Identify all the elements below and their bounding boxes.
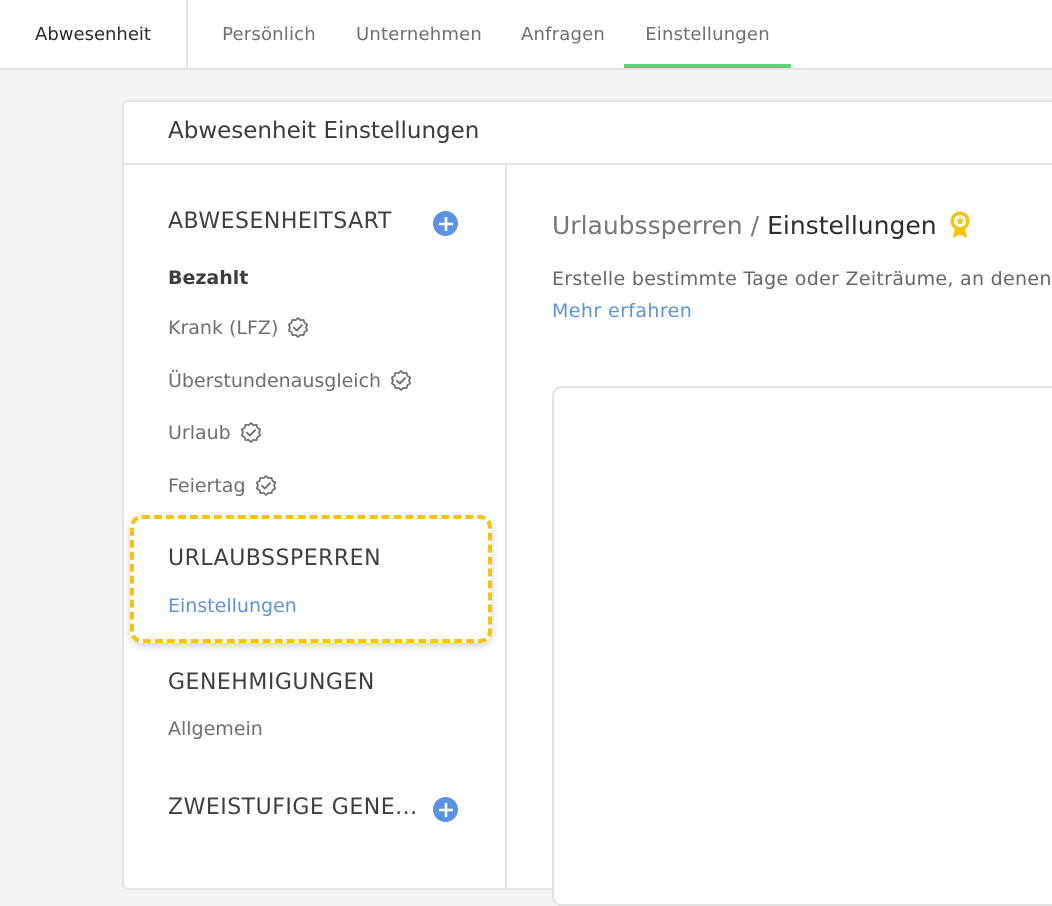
sidebar-item-urlaub[interactable]: Urlaub — [168, 421, 263, 445]
description-text: Erstelle bestimmte Tage oder Zeiträume, … — [552, 268, 1052, 290]
module-tab-abwesenheit[interactable]: Abwesenheit — [0, 0, 188, 68]
tab-persoenlich[interactable]: Persönlich — [204, 0, 334, 68]
add-absence-type-button[interactable] — [433, 211, 458, 236]
sidebar-item-label: Bezahlt — [168, 267, 249, 289]
tab-unternehmen[interactable]: Unternehmen — [340, 0, 498, 68]
breadcrumb-parent: Urlaubssperren — [552, 210, 743, 240]
settings-sidebar: ABWESENHEITSART Bezahlt Krank (LFZ) Über… — [124, 163, 507, 888]
tab-label: Unternehmen — [356, 23, 482, 45]
highlight-box — [130, 515, 492, 643]
section-heading-genehmigungen: GENEHMIGUNGEN — [168, 670, 375, 695]
top-navigation: Abwesenheit Persönlich Unternehmen Anfra… — [0, 0, 1052, 70]
verified-badge-icon — [288, 317, 309, 338]
section-heading-urlaubssperren: URLAUBSSPERREN — [168, 546, 382, 571]
panel-header: Abwesenheit Einstellungen — [124, 102, 1052, 165]
verified-badge-icon — [240, 422, 261, 443]
sidebar-item-label: Überstundenausgleich — [168, 370, 382, 392]
verified-badge-icon — [391, 370, 412, 391]
content-title: Urlaubssperren / Einstellungen — [552, 210, 973, 240]
breadcrumb-separator: / — [750, 210, 760, 240]
plus-circle-icon — [438, 216, 453, 231]
tab-einstellungen[interactable]: Einstellungen — [624, 0, 791, 68]
sidebar-item-urlaubssperren-einstellungen[interactable]: Einstellungen — [168, 595, 297, 617]
award-badge-icon — [950, 211, 970, 238]
section-heading-abwesenheitsart: ABWESENHEITSART — [168, 209, 392, 234]
sidebar-item-label: Urlaub — [168, 422, 231, 444]
blackout-card — [552, 386, 1052, 906]
tab-label: Einstellungen — [645, 23, 770, 45]
sidebar-item-label: Allgemein — [168, 718, 263, 740]
tab-anfragen[interactable]: Anfragen — [506, 0, 620, 68]
sidebar-item-feiertag[interactable]: Feiertag — [168, 474, 278, 498]
verified-badge-icon — [255, 475, 276, 496]
panel-title: Abwesenheit Einstellungen — [168, 118, 480, 144]
more-info-link[interactable]: Mehr erfahren — [552, 300, 692, 322]
sidebar-item-label: Krank (LFZ) — [168, 317, 279, 339]
add-two-step-button[interactable] — [433, 797, 458, 822]
sidebar-item-label: Feiertag — [168, 475, 246, 497]
sidebar-item-allgemein[interactable]: Allgemein — [168, 718, 263, 740]
tab-label: Persönlich — [222, 23, 316, 45]
settings-panel: Abwesenheit Einstellungen ABWESENHEITSAR… — [122, 100, 1052, 906]
breadcrumb-current: Einstellungen — [767, 210, 937, 240]
section-heading-zweistufige: ZWEISTUFIGE GENE... — [168, 795, 418, 820]
module-tab-label: Abwesenheit — [35, 23, 151, 45]
sidebar-item-bezahlt[interactable]: Bezahlt — [168, 267, 248, 289]
tab-label: Anfragen — [521, 23, 605, 45]
sidebar-item-ueberstundenausgleich[interactable]: Überstundenausgleich — [168, 369, 413, 393]
plus-circle-icon — [438, 802, 453, 817]
sidebar-item-label: Einstellungen — [168, 595, 297, 617]
sidebar-item-krank[interactable]: Krank (LFZ) — [168, 316, 310, 340]
